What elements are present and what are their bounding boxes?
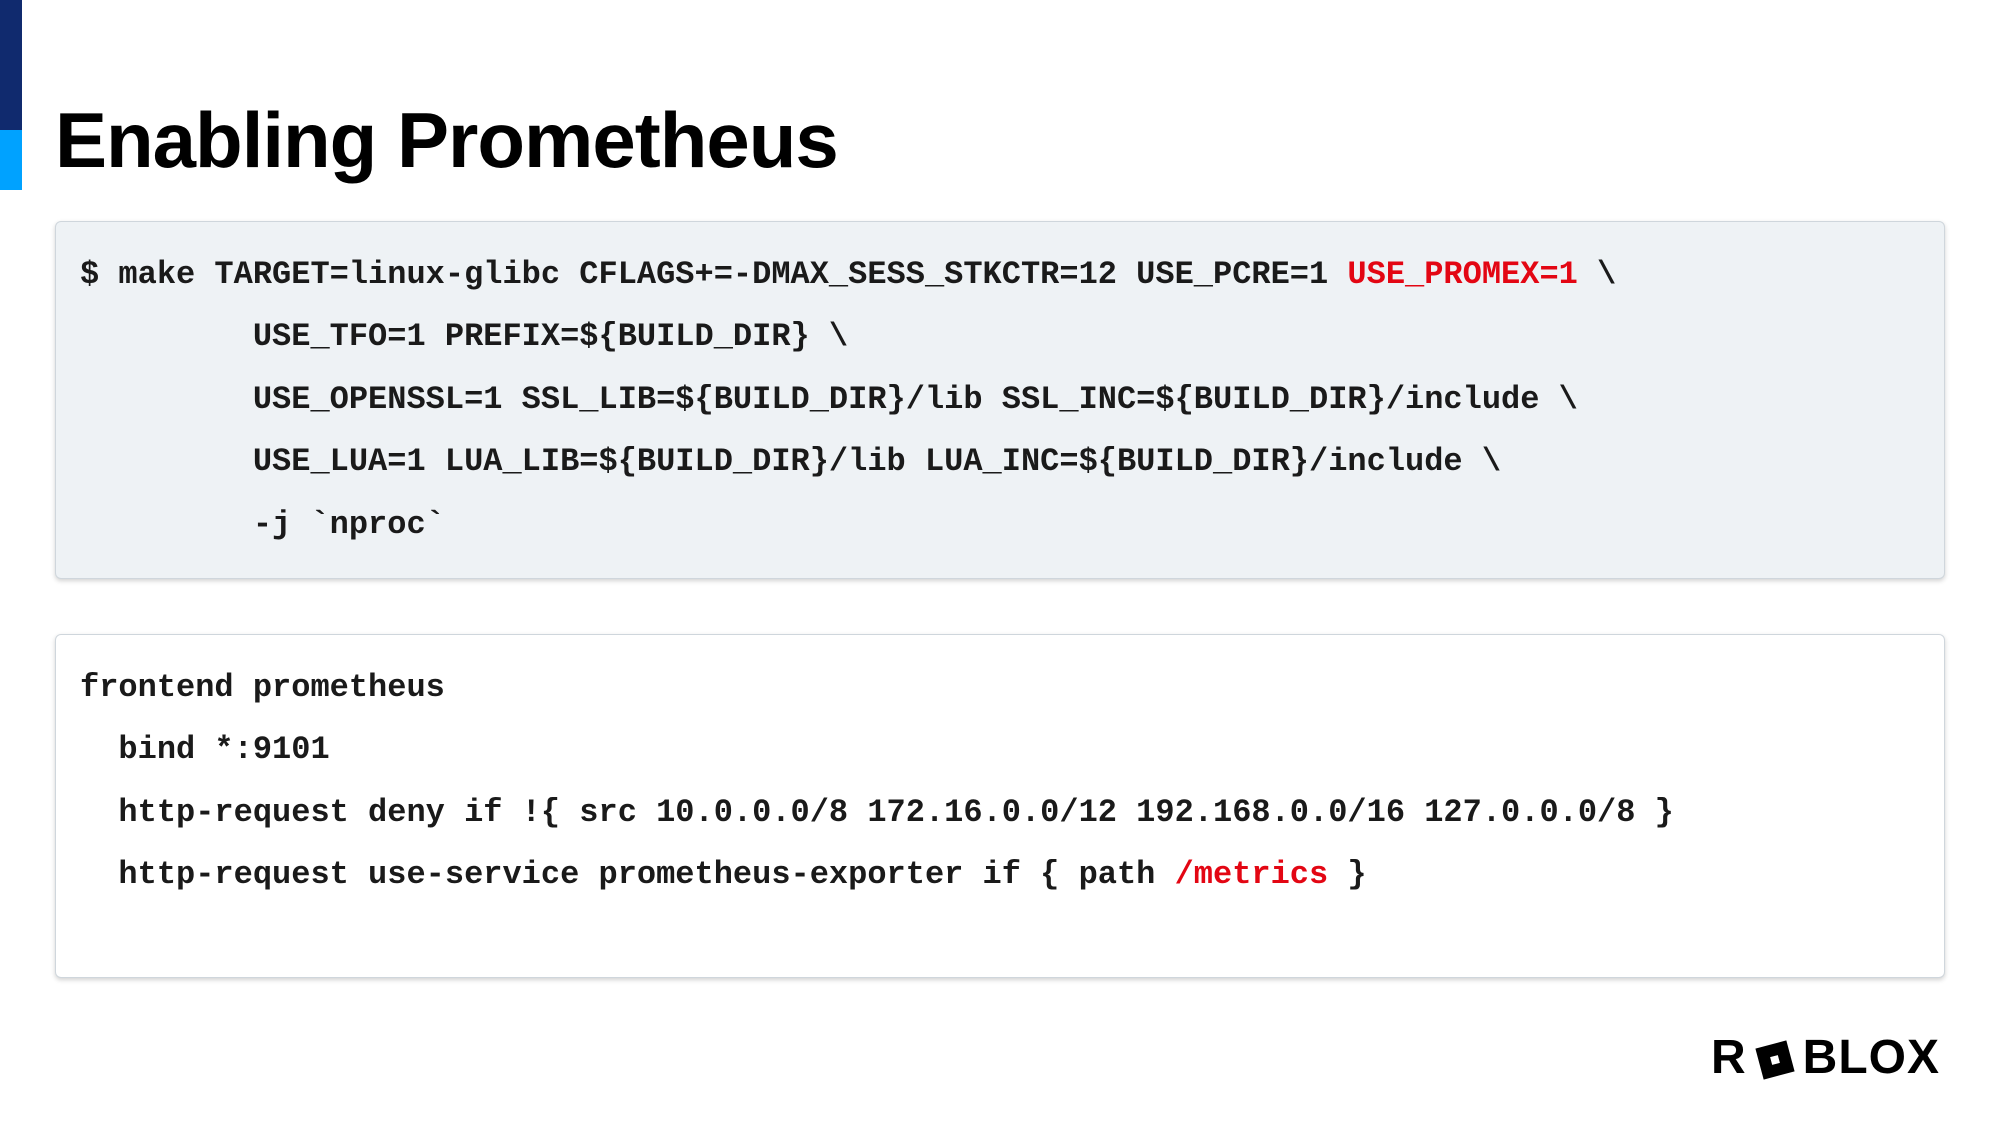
code-line: $ make TARGET=linux-glibc CFLAGS+=-DMAX_…: [80, 256, 1347, 293]
code-block-make: $ make TARGET=linux-glibc CFLAGS+=-DMAX_…: [55, 221, 1945, 579]
accent-bar-dark: [0, 0, 22, 130]
logo-text-right: BLOX: [1803, 1030, 1940, 1085]
code-line: USE_OPENSSL=1 SSL_LIB=${BUILD_DIR}/lib S…: [80, 381, 1578, 418]
code-block-config: frontend prometheus bind *:9101 http-req…: [55, 634, 1945, 978]
roblox-logo: R BLOX: [1711, 1030, 1940, 1085]
accent-bar-light: [0, 130, 22, 190]
logo-tilt-icon: [1753, 1036, 1797, 1080]
page-title: Enabling Prometheus: [55, 0, 1945, 186]
code-line: USE_LUA=1 LUA_LIB=${BUILD_DIR}/lib LUA_I…: [80, 443, 1501, 480]
code-line: USE_TFO=1 PREFIX=${BUILD_DIR} \: [80, 318, 848, 355]
slide-content: Enabling Prometheus $ make TARGET=linux-…: [55, 0, 1945, 1125]
code-line: -j `nproc`: [80, 506, 445, 543]
code-line: }: [1328, 856, 1366, 893]
logo-text-left: R: [1711, 1030, 1747, 1085]
code-line: http-request deny if !{ src 10.0.0.0/8 1…: [80, 794, 1674, 831]
code-line: frontend prometheus: [80, 669, 445, 706]
code-line: \: [1578, 256, 1616, 293]
code-highlight: /metrics: [1175, 856, 1329, 893]
code-line: bind *:9101: [80, 731, 330, 768]
code-line: http-request use-service prometheus-expo…: [80, 856, 1175, 893]
code-highlight: USE_PROMEX=1: [1347, 256, 1577, 293]
